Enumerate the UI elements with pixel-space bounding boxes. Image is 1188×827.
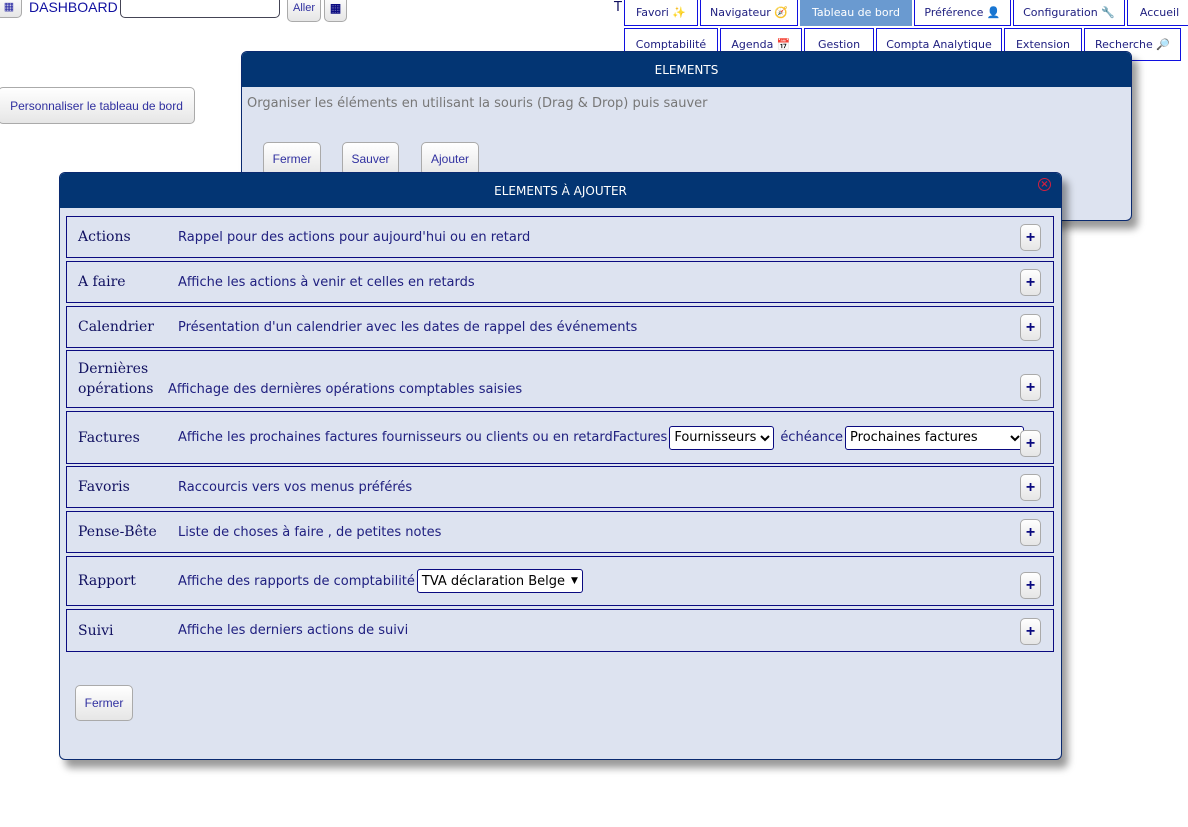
element-row: Favoris Raccourcis vers vos menus préféré… [66,466,1054,508]
plus-icon: + [1025,378,1036,396]
add-element-button[interactable]: + [1020,474,1041,501]
element-description: Rappel pour des actions pour aujourd'hui… [178,229,531,245]
element-row: Calendrier Présentation d'un calendrier a… [66,306,1054,348]
nav-tab[interactable]: Accueil [1127,0,1188,26]
chevron-down-icon: ▼ [571,576,578,586]
element-name: Rapport [78,573,136,589]
calculator-icon: ▦ [3,0,15,13]
page-title: DASHBOARD [29,0,118,15]
nav-tab[interactable]: Préférence 👤 [914,0,1011,26]
element-name: Factures [78,429,140,446]
add-element-button[interactable]: + [1020,224,1041,251]
element-name: Actions [78,229,131,245]
nav-tab[interactable]: Configuration 🔧 [1013,0,1125,26]
element-name: Calendrier [78,319,154,335]
element-name: Dernières opérations [78,361,154,397]
plus-icon: + [1025,478,1036,496]
instructions: Organiser les éléments en utilisant la s… [247,96,708,111]
add-button[interactable]: Ajouter [421,142,479,176]
add-elements-dialog: ELEMENTS À AJOUTER × Actions Rappel pour … [59,172,1062,760]
report-select[interactable]: TVA déclaration Belge ▼ [416,569,583,593]
nav-tab[interactable]: Tableau de bord [800,0,912,26]
add-element-button[interactable]: + [1020,430,1041,457]
element-description: Liste de choses à faire , de petites not… [178,524,442,540]
add-element-button[interactable]: + [1020,269,1041,296]
add-element-button[interactable]: + [1020,572,1041,599]
plus-icon: + [1025,434,1036,452]
element-row: A faire Affiche les actions à venir et ce… [66,261,1054,303]
plus-icon: + [1025,523,1036,541]
element-row: Dernières opérations Affichage des derniè… [66,350,1054,408]
element-row: Pense-Bête Liste de choses à faire , de p… [66,511,1054,553]
add-element-button[interactable]: + [1020,314,1041,341]
close-add-dialog-button[interactable]: Fermer [75,685,133,721]
element-description: Affichage des dernières opérations compt… [168,382,523,397]
element-row: Actions Rappel pour des actions pour aujo… [66,216,1054,258]
element-description: Affiche les prochaines factures fourniss… [178,430,668,445]
due-label: échéance [780,430,844,445]
element-row: Factures Affiche les prochaines factures … [66,411,1054,464]
element-description: Présentation d'un calendrier avec les da… [178,319,638,335]
element-row: Suivi Affiche les derniers actions de sui… [66,609,1054,652]
truncated-text: T [614,0,622,15]
customize-dashboard-button[interactable]: Personnaliser le tableau de bord [0,87,195,124]
plus-icon: + [1025,622,1036,640]
element-description: Affiche les derniers actions de suivi [178,623,409,638]
grid-button[interactable]: ▦ [324,0,347,22]
element-name: Favoris [78,479,130,495]
close-icon[interactable]: × [1038,178,1051,191]
add-element-button[interactable]: + [1020,374,1041,401]
grid-icon: ▦ [329,1,342,15]
nav-tab[interactable]: Navigateur 🧭 [700,0,798,26]
add-element-button[interactable]: + [1020,618,1041,645]
plus-icon: + [1025,576,1036,594]
search-input[interactable] [120,0,280,18]
due-select[interactable]: Prochaines factures [845,425,1025,450]
add-element-button[interactable]: + [1020,519,1041,546]
nav-tab[interactable]: Favori ✨ [624,0,698,26]
element-description: Affiche des rapports de comptabilité [178,573,415,589]
close-button[interactable]: Fermer [263,142,321,176]
plus-icon: + [1025,273,1036,291]
element-select[interactable]: Fournisseurs [669,425,775,450]
save-button[interactable]: Sauver [342,142,399,176]
element-name: Pense-Bête [78,524,157,540]
go-button[interactable]: Aller [287,0,321,22]
plus-icon: + [1025,318,1036,336]
plus-icon: + [1025,228,1036,246]
element-name: Suivi [78,622,114,639]
report-select-value: TVA déclaration Belge [421,573,566,589]
elements-dialog-title: ELEMENTS [242,52,1131,87]
element-row: Rapport Affiche des rapports de comptabil… [66,556,1054,606]
calculator-button[interactable]: ▦ [0,0,22,18]
element-description: Raccourcis vers vos menus préférés [178,479,413,495]
element-name: A faire [78,274,126,290]
add-dialog-title: ELEMENTS À AJOUTER [60,173,1061,208]
element-description: Affiche les actions à venir et celles en… [178,274,475,290]
